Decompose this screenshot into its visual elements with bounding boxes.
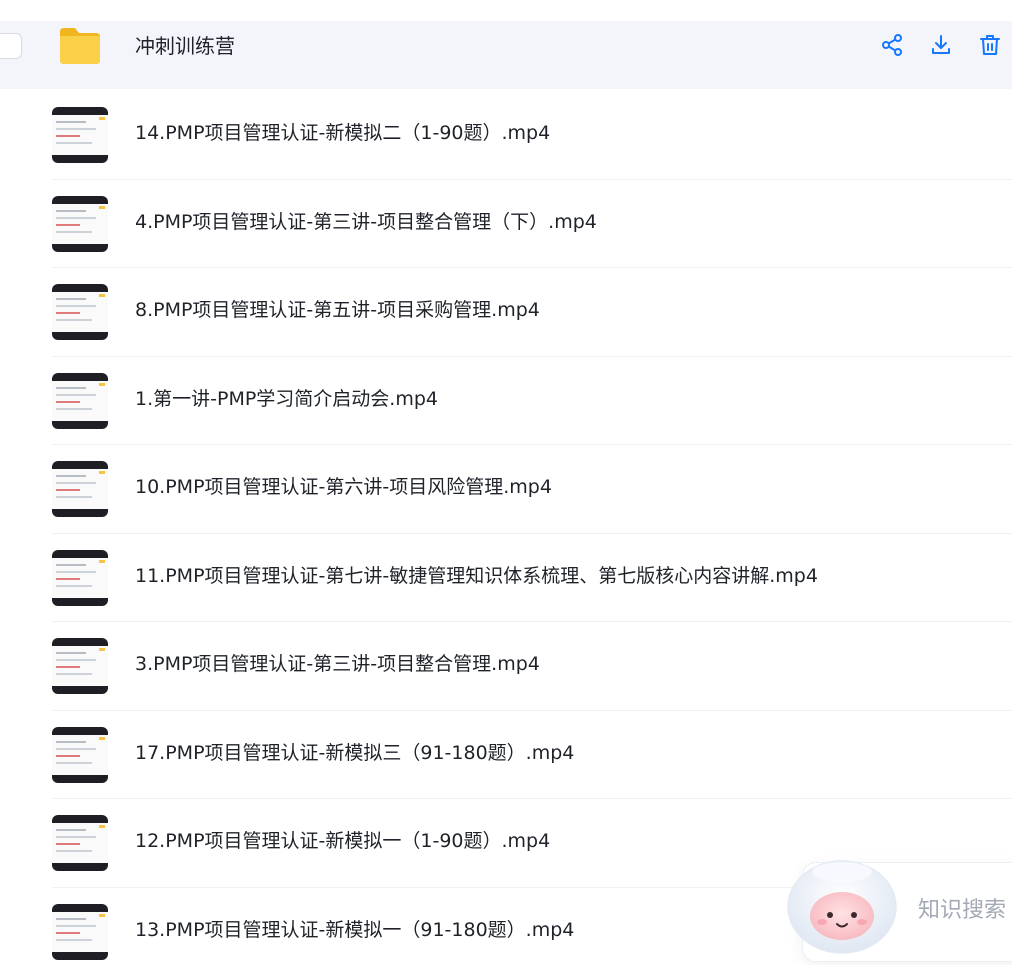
trash-icon[interactable]: [978, 33, 1002, 57]
file-name[interactable]: 10.PMP项目管理认证-第六讲-项目风险管理.mp4: [135, 475, 552, 499]
file-row[interactable]: 17.PMP项目管理认证-新模拟三（91-180题）.mp4: [52, 711, 1012, 799]
file-name[interactable]: 12.PMP项目管理认证-新模拟一（1-90题）.mp4: [135, 829, 550, 853]
download-icon[interactable]: [929, 33, 953, 57]
file-name[interactable]: 3.PMP项目管理认证-第三讲-项目整合管理.mp4: [135, 652, 540, 676]
folder-icon: [60, 28, 100, 64]
file-row[interactable]: 4.PMP项目管理认证-第三讲-项目整合管理（下）.mp4: [52, 180, 1012, 268]
video-thumbnail: [52, 372, 108, 429]
video-thumbnail: [52, 726, 108, 783]
file-list: 14.PMP项目管理认证-新模拟二（1-90题）.mp4 4.PMP项目管理认证…: [52, 91, 1012, 965]
file-name[interactable]: 14.PMP项目管理认证-新模拟二（1-90题）.mp4: [135, 121, 550, 145]
video-thumbnail: [52, 461, 108, 517]
folder-actions: [880, 33, 1002, 57]
video-thumbnail: [52, 903, 108, 960]
file-name[interactable]: 11.PMP项目管理认证-第七讲-敏捷管理知识体系梳理、第七版核心内容讲解.mp…: [135, 564, 818, 588]
file-name[interactable]: 8.PMP项目管理认证-第五讲-项目采购管理.mp4: [135, 298, 540, 322]
file-name[interactable]: 13.PMP项目管理认证-新模拟一（91-180题）.mp4: [135, 918, 574, 942]
video-thumbnail: [52, 195, 108, 252]
select-checkbox[interactable]: [0, 33, 22, 59]
video-thumbnail: [52, 284, 108, 340]
folder-name[interactable]: 冲刺训练营: [135, 34, 235, 58]
share-icon[interactable]: [880, 33, 904, 57]
file-row[interactable]: 8.PMP项目管理认证-第五讲-项目采购管理.mp4: [52, 268, 1012, 357]
folder-row[interactable]: 冲刺训练营: [0, 21, 1012, 89]
file-name[interactable]: 17.PMP项目管理认证-新模拟三（91-180题）.mp4: [135, 741, 574, 765]
file-browser: 冲刺训练营 14.PMP项目管理认证-新模拟二（1-90题）.mp4 4.PMP…: [0, 0, 1012, 965]
file-row[interactable]: 3.PMP项目管理认证-第三讲-项目整合管理.mp4: [52, 622, 1012, 711]
video-thumbnail: [52, 815, 108, 871]
mascot-icon[interactable]: [784, 852, 900, 956]
video-thumbnail: [52, 107, 108, 163]
video-thumbnail: [52, 638, 108, 694]
video-thumbnail: [52, 549, 108, 606]
file-row[interactable]: 10.PMP项目管理认证-第六讲-项目风险管理.mp4: [52, 445, 1012, 534]
file-name[interactable]: 4.PMP项目管理认证-第三讲-项目整合管理（下）.mp4: [135, 210, 597, 234]
assistant-label[interactable]: 知识搜索: [918, 898, 1006, 924]
file-row[interactable]: 1.第一讲-PMP学习简介启动会.mp4: [52, 357, 1012, 445]
file-row[interactable]: 14.PMP项目管理认证-新模拟二（1-90题）.mp4: [52, 91, 1012, 180]
file-row[interactable]: 11.PMP项目管理认证-第七讲-敏捷管理知识体系梳理、第七版核心内容讲解.mp…: [52, 534, 1012, 622]
file-name[interactable]: 1.第一讲-PMP学习简介启动会.mp4: [135, 387, 438, 411]
